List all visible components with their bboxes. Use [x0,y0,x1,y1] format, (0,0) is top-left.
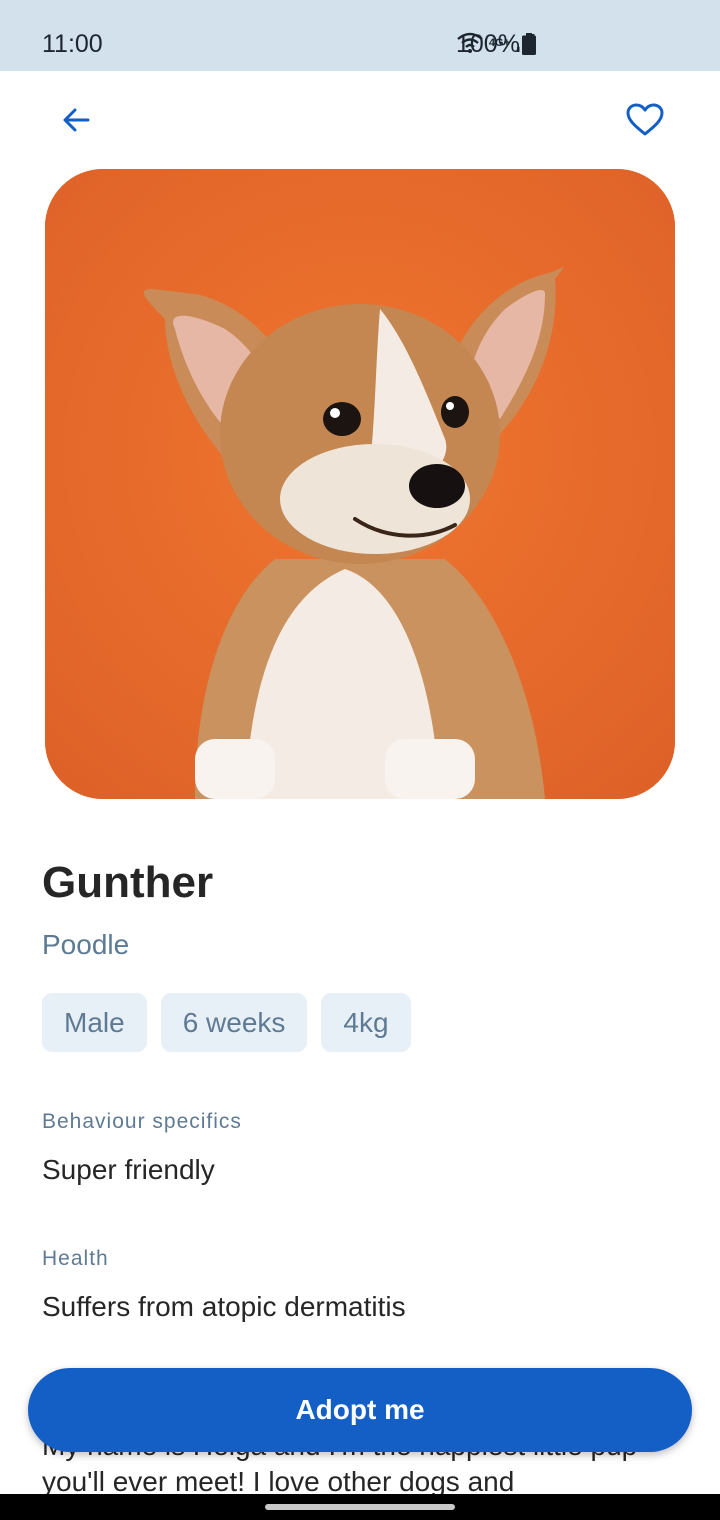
arrow-left-icon [63,108,90,132]
pet-attributes: Male 6 weeks 4kg [42,993,411,1052]
pet-name: Gunther [42,858,214,907]
age-chip: 6 weeks [160,993,308,1052]
home-handle[interactable] [265,1504,455,1510]
pet-photo [45,169,675,799]
navigation-bar [0,1494,720,1520]
behaviour-label: Behaviour specifics [42,1110,242,1133]
pet-breed: Poodle [42,929,130,960]
back-button[interactable] [44,88,108,152]
status-bar: 11:00 4G+ 100% [0,0,720,71]
health-label: Health [42,1247,109,1270]
favorite-button[interactable] [613,88,677,152]
adopt-button[interactable]: Adopt me [28,1368,692,1452]
battery-icon [522,33,536,55]
health-value: Suffers from atopic dermatitis [42,1291,406,1322]
weight-chip: 4kg [321,993,411,1052]
gender-chip: Male [42,993,147,1052]
battery-level: 100% [456,30,520,58]
heart-outline-icon [626,103,664,136]
behaviour-value: Super friendly [42,1154,215,1185]
status-time: 11:00 [42,30,103,58]
